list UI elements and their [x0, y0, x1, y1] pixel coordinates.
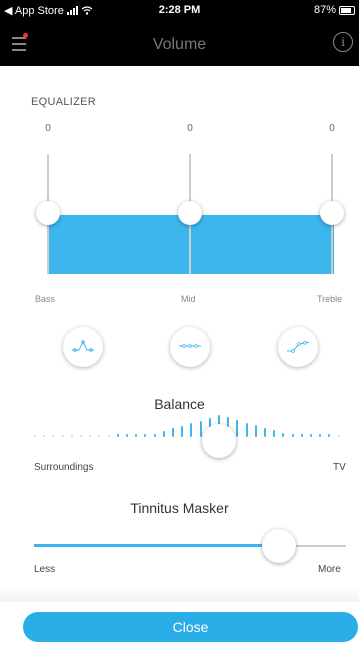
bass-slider-knob[interactable] — [36, 201, 60, 225]
balance-tick — [310, 434, 312, 437]
balance-tick — [89, 435, 91, 437]
bass-boost-curve-icon — [72, 340, 94, 352]
mid-label: Mid — [181, 294, 196, 304]
balance-tick — [80, 435, 82, 437]
balance-tick — [71, 435, 73, 437]
treble-boost-curve-icon — [287, 341, 310, 353]
status-right: 87% — [314, 4, 355, 16]
balance-tick — [34, 435, 36, 437]
status-time: 2:28 PM — [158, 4, 201, 16]
balance-tick — [117, 434, 119, 437]
more-label: More — [318, 564, 341, 575]
treble-slider-knob[interactable] — [320, 201, 344, 225]
balance-tick — [292, 434, 294, 437]
balance-tick — [154, 434, 156, 437]
balance-title: Balance — [154, 396, 205, 412]
close-button[interactable]: Close — [23, 612, 358, 642]
balance-tick — [108, 435, 110, 437]
balance-tick — [172, 428, 174, 437]
treble-boost-preset-button[interactable] — [278, 327, 318, 367]
equalizer-label: EQUALIZER — [31, 96, 97, 108]
page-title: Volume — [152, 36, 207, 53]
surroundings-label: Surroundings — [34, 462, 94, 473]
balance-tick — [135, 434, 137, 437]
balance-tick — [236, 420, 238, 437]
balance-tick — [43, 435, 45, 437]
balance-tick — [200, 421, 202, 437]
flat-curve-icon — [179, 344, 201, 348]
balance-tick — [190, 423, 192, 437]
balance-tick — [246, 423, 248, 437]
tinnitus-slider-knob[interactable] — [262, 529, 296, 563]
bass-value: 0 — [45, 123, 51, 134]
bass-label: Bass — [35, 294, 56, 304]
tinnitus-masker-title: Tinnitus Masker — [130, 500, 229, 516]
balance-tick — [181, 426, 183, 437]
balance-tick — [98, 435, 100, 437]
info-icon[interactable]: i — [333, 32, 353, 52]
balance-tick — [264, 428, 266, 437]
balance-tick — [301, 434, 303, 437]
flat-preset-button[interactable] — [170, 327, 210, 367]
bass-boost-preset-button[interactable] — [63, 327, 103, 367]
balance-tick — [163, 431, 165, 437]
balance-tick — [328, 434, 330, 437]
treble-value: 0 — [329, 123, 335, 134]
balance-tick — [255, 425, 257, 437]
balance-tick — [273, 430, 275, 437]
balance-tick — [144, 434, 146, 437]
balance-tick — [126, 434, 128, 437]
mid-slider-knob[interactable] — [178, 201, 202, 225]
nav-bar: Volume i — [0, 22, 359, 66]
battery-icon — [339, 5, 355, 15]
balance-tick — [282, 433, 284, 437]
status-bar: ◀ App Store 2:28 PM 87% — [0, 0, 359, 22]
balance-tick — [62, 435, 64, 437]
balance-slider-knob[interactable] — [202, 424, 236, 458]
balance-tick — [338, 435, 340, 437]
balance-tick — [319, 434, 321, 437]
treble-label: Treble — [317, 294, 343, 304]
tinnitus-slider-fill[interactable] — [34, 544, 280, 547]
balance-tick — [52, 435, 54, 437]
less-label: Less — [34, 564, 56, 575]
mid-value: 0 — [187, 123, 193, 134]
tv-label: TV — [333, 462, 346, 473]
battery-percent: 87% — [313, 4, 336, 16]
bottom-divider — [0, 588, 359, 602]
